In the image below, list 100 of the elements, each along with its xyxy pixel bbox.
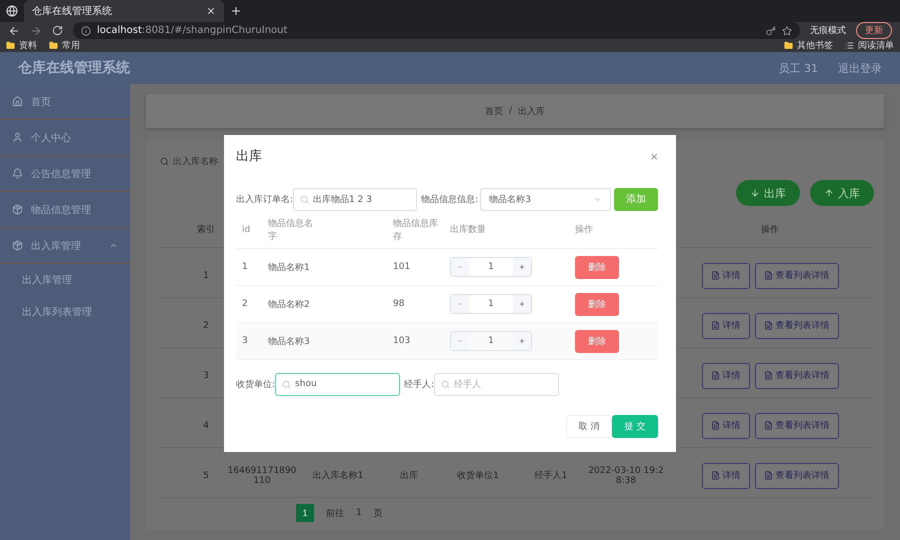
bell-icon bbox=[12, 168, 23, 179]
submit-button[interactable]: 提 交 bbox=[612, 415, 658, 438]
table-cell-text: 98 bbox=[393, 299, 406, 309]
box-icon bbox=[12, 240, 23, 251]
sidebar-item[interactable]: 物品信息管理 bbox=[0, 192, 130, 228]
sidebar-item[interactable]: 出入库管理 bbox=[0, 228, 130, 264]
bookmark[interactable]: 常用 bbox=[62, 39, 80, 52]
table-cell-text: 4 bbox=[202, 420, 210, 430]
sidebar-subitem[interactable]: 出入库列表管理 bbox=[0, 296, 130, 328]
details-button[interactable]: 详情 bbox=[702, 312, 750, 338]
user-icon bbox=[12, 132, 23, 143]
document-icon bbox=[710, 371, 720, 380]
field-label: 出入库订单名: bbox=[236, 194, 294, 206]
delete-button[interactable]: 删除 bbox=[575, 256, 619, 278]
sidebar-item[interactable]: 公告信息管理 bbox=[0, 156, 130, 192]
column-header: 操作 bbox=[575, 224, 594, 236]
reading-list[interactable]: 阅读清单 bbox=[858, 39, 894, 52]
table-cell-text: 2 bbox=[202, 320, 210, 330]
table-cell-text: 1 bbox=[242, 262, 249, 272]
address-bar[interactable]: localhost:8081/#/shangpinChuruInout bbox=[73, 22, 800, 39]
list-details-button[interactable]: 查看列表详情 bbox=[754, 462, 838, 488]
table-cell-text: 物品名称2 bbox=[268, 298, 311, 310]
forward-icon[interactable] bbox=[30, 24, 42, 36]
search-icon bbox=[300, 194, 310, 204]
globe-icon[interactable] bbox=[6, 5, 18, 17]
quantity-stepper[interactable]: − 1 + bbox=[450, 331, 532, 351]
increment-button[interactable]: + bbox=[513, 332, 531, 350]
stock-in-button[interactable]: 入库 bbox=[810, 180, 874, 206]
close-button[interactable]: × bbox=[650, 148, 658, 164]
bookmark[interactable]: 其他书签 bbox=[797, 39, 833, 52]
field-label: 物品信息信息: bbox=[421, 194, 478, 206]
column-header: 出库数量 bbox=[450, 224, 487, 236]
delete-button[interactable]: 删除 bbox=[575, 330, 619, 352]
field-label: 经手人: bbox=[404, 378, 434, 390]
sidebar-item[interactable]: 个人中心 bbox=[0, 120, 130, 156]
page-number-field[interactable]: 1 bbox=[356, 508, 362, 518]
quantity-stepper[interactable]: − 1 + bbox=[450, 257, 532, 277]
folder-icon bbox=[49, 41, 58, 50]
folder-icon bbox=[6, 41, 15, 50]
details-button[interactable]: 详情 bbox=[702, 462, 750, 488]
table-cell-text: 出库 bbox=[399, 470, 419, 482]
list-details-button[interactable]: 查看列表详情 bbox=[754, 262, 838, 288]
column-header: 物品信息名字 bbox=[268, 218, 314, 242]
table-cell-text: 2022-03-10 19:28:38 bbox=[587, 466, 665, 486]
box-icon bbox=[12, 204, 23, 215]
document-icon bbox=[764, 471, 772, 480]
new-tab-icon[interactable] bbox=[230, 5, 242, 17]
close-tab-icon[interactable] bbox=[206, 6, 216, 16]
back-icon[interactable] bbox=[8, 24, 20, 36]
quantity-stepper[interactable]: − 1 + bbox=[450, 294, 532, 314]
document-icon bbox=[710, 321, 720, 330]
details-button[interactable]: 详情 bbox=[702, 362, 750, 388]
column-header: 操作 bbox=[760, 224, 780, 236]
table-cell-text: 101 bbox=[393, 262, 412, 272]
browser-tab[interactable]: 仓库在线管理系统 bbox=[24, 0, 224, 22]
home-icon bbox=[12, 96, 23, 107]
list-details-button[interactable]: 查看列表详情 bbox=[754, 362, 838, 388]
item-select[interactable]: 物品名称3 bbox=[480, 188, 612, 210]
bookmark[interactable]: 资料 bbox=[19, 39, 37, 52]
document-icon bbox=[764, 421, 772, 430]
handler-field[interactable]: 经手人 bbox=[434, 372, 560, 396]
table-cell-text: 物品名称3 bbox=[268, 336, 311, 348]
user-name: 员工 31 bbox=[778, 60, 818, 76]
incognito-label: 无痕模式 bbox=[810, 24, 846, 37]
document-icon bbox=[764, 321, 772, 330]
table-cell-text: 103 bbox=[393, 336, 412, 346]
stock-out-button[interactable]: 出库 bbox=[736, 180, 800, 206]
receiver-field[interactable]: shou bbox=[275, 372, 400, 396]
delete-button[interactable]: 删除 bbox=[575, 292, 619, 316]
table-cell-text: 2 bbox=[242, 299, 249, 309]
document-icon bbox=[764, 371, 772, 380]
sidebar-subitem[interactable]: 出入库管理 bbox=[0, 264, 130, 296]
order-name-field[interactable]: 出库物品1 2 3 bbox=[293, 188, 418, 210]
list-details-button[interactable]: 查看列表详情 bbox=[754, 412, 838, 438]
increment-button[interactable]: + bbox=[513, 295, 531, 313]
column-header: 索引 bbox=[196, 224, 216, 236]
info-icon[interactable] bbox=[81, 26, 91, 36]
dialog-title: 出库 bbox=[236, 148, 262, 165]
cancel-button[interactable]: 取 消 bbox=[566, 415, 612, 438]
list-details-button[interactable]: 查看列表详情 bbox=[754, 312, 838, 338]
key-icon[interactable] bbox=[766, 26, 776, 36]
sidebar-item[interactable]: 首页 bbox=[0, 84, 130, 120]
logout-link[interactable]: 退出登录 bbox=[838, 60, 882, 76]
star-icon[interactable] bbox=[782, 26, 792, 36]
page-button[interactable]: 1 bbox=[296, 504, 314, 522]
folder-icon bbox=[784, 41, 793, 50]
document-icon bbox=[764, 271, 772, 280]
search-icon bbox=[441, 380, 450, 388]
details-button[interactable]: 详情 bbox=[702, 262, 750, 288]
document-icon bbox=[710, 271, 720, 280]
document-icon bbox=[710, 471, 720, 480]
document-icon bbox=[710, 421, 720, 430]
add-button[interactable]: 添加 bbox=[614, 188, 658, 210]
breadcrumb-separator: / bbox=[508, 106, 512, 116]
increment-button[interactable]: + bbox=[513, 258, 531, 276]
goto-label: 前往 bbox=[326, 508, 344, 520]
search-field[interactable]: 出入库名称 bbox=[156, 148, 222, 174]
details-button[interactable]: 详情 bbox=[702, 412, 750, 438]
reload-icon[interactable] bbox=[52, 25, 63, 36]
breadcrumb-link[interactable]: 首页 bbox=[484, 104, 503, 118]
